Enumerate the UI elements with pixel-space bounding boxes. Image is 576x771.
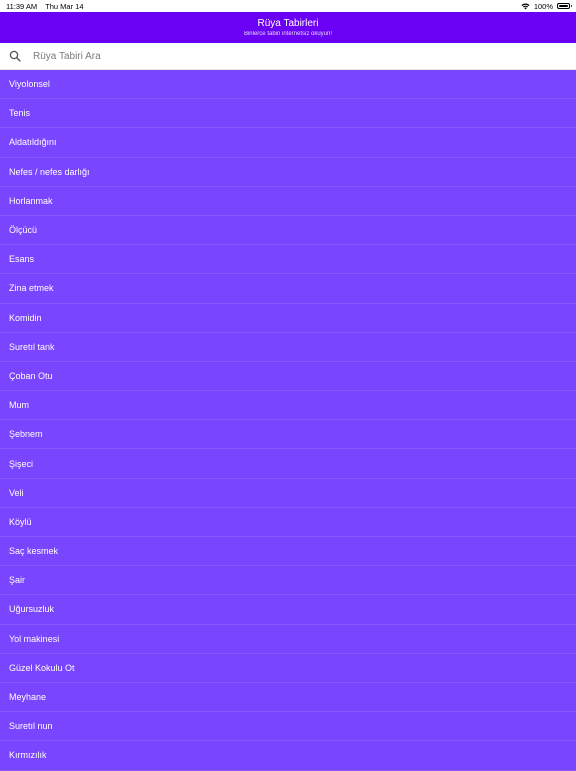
list-item[interactable]: Şair	[0, 566, 576, 596]
list-item[interactable]: Veli	[0, 478, 576, 508]
list-item[interactable]: Şişeci	[0, 449, 576, 479]
list-item[interactable]: Viyolonsel	[0, 70, 576, 100]
battery-percent: 100%	[533, 1, 553, 11]
search-bar	[0, 43, 576, 70]
battery-fill	[559, 5, 568, 7]
list-item[interactable]: Meyhane	[0, 682, 576, 713]
list-item[interactable]: Komidin	[0, 303, 576, 333]
list-item[interactable]: Aldatıldığını	[0, 128, 576, 158]
dream-list: Viyolonsel Tenis Aldatıldığını Nefes / nefe…	[0, 70, 576, 771]
app-header: Rüya Tabirleri Binlerce tabiri internets…	[0, 12, 576, 43]
list-item[interactable]: Çoban Otu	[0, 361, 576, 392]
search-input[interactable]	[33, 50, 567, 62]
list-item[interactable]: Tenis	[0, 99, 576, 129]
list-item[interactable]: Yol makinesi	[0, 624, 576, 654]
list-item[interactable]: Köylü	[0, 507, 576, 537]
list-item[interactable]: Şebnem	[0, 420, 576, 450]
battery-icon	[557, 3, 572, 9]
search-icon[interactable]	[9, 50, 21, 62]
list-item[interactable]: Mum	[0, 391, 576, 421]
list-item[interactable]: Uğursuzluk	[0, 595, 576, 625]
status-date: Thu Mar 14	[45, 1, 84, 11]
list-item[interactable]: Suretıl tank	[0, 332, 576, 362]
list-item[interactable]: Ölçücü	[0, 215, 576, 246]
status-time: 11:39 AM	[6, 1, 38, 11]
list-item[interactable]: Nefes / nefes darlığı	[0, 157, 576, 187]
list-item[interactable]: Esans	[0, 245, 576, 275]
app-title: Rüya Tabirleri	[257, 17, 319, 29]
list-item[interactable]: Saç kesmek	[0, 537, 576, 567]
wifi-icon	[521, 3, 530, 10]
list-item[interactable]: Güzel Kokulu Ot	[0, 653, 576, 683]
status-bar: 11:39 AM Thu Mar 14 100%	[0, 0, 576, 12]
list-item[interactable]: Horlanmak	[0, 186, 576, 216]
list-item[interactable]: Kırmızılık	[0, 741, 576, 771]
list-item[interactable]: Zina etmek	[0, 274, 576, 304]
list-item[interactable]: Suretıl nun	[0, 712, 576, 742]
app-subtitle: Binlerce tabiri internetsiz okuyun!	[243, 30, 333, 37]
